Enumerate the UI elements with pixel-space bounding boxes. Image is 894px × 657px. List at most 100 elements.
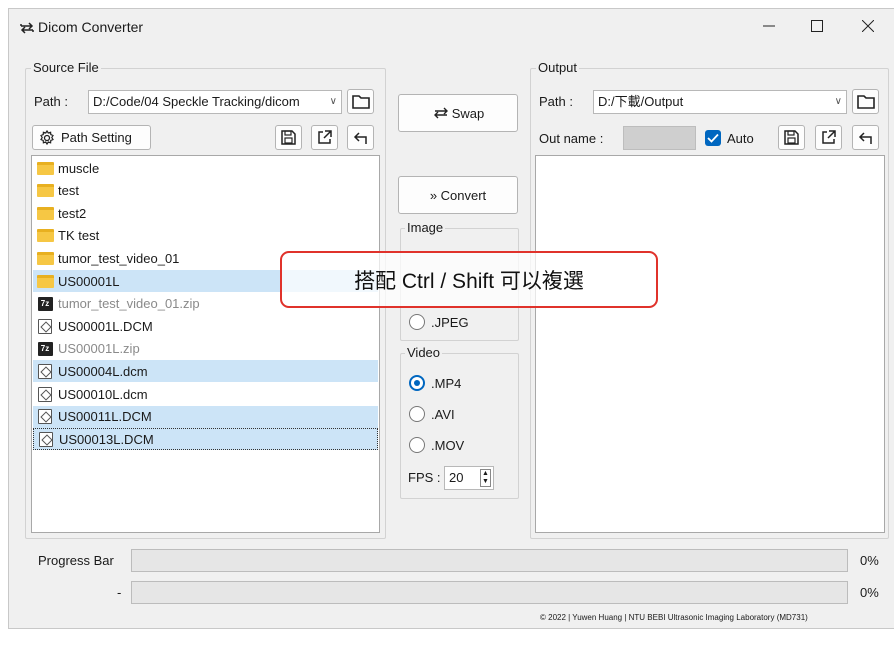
- source-save-button[interactable]: [275, 125, 302, 150]
- video-format-avi-radio[interactable]: .AVI: [409, 406, 455, 422]
- sub-progress-percent: 0%: [860, 585, 879, 600]
- open-external-icon: [318, 130, 332, 144]
- output-save-button[interactable]: [778, 125, 805, 150]
- minimize-icon: [763, 25, 775, 27]
- folder-icon: [351, 95, 370, 109]
- output-group-label: Output: [536, 60, 580, 75]
- return-arrow-icon: [858, 132, 872, 144]
- zip-archive-icon: 7z: [36, 341, 54, 357]
- list-item-label: TK test: [58, 228, 100, 244]
- open-external-icon: [822, 130, 836, 144]
- save-icon: [784, 130, 799, 145]
- folder-icon: [36, 160, 54, 176]
- minimize-button[interactable]: [746, 9, 792, 43]
- list-item-label: muscle: [58, 160, 100, 176]
- source-browse-folder-button[interactable]: [347, 89, 374, 114]
- sub-progress-bar: [131, 581, 848, 604]
- list-item[interactable]: US00013L.DCM: [33, 428, 378, 451]
- swap-arrows-icon: [20, 22, 34, 34]
- source-file-label: Source File: [31, 60, 101, 75]
- folder-icon: [36, 273, 54, 289]
- auto-checkbox[interactable]: [705, 130, 721, 146]
- image-format-jpeg-label: .JPEG: [431, 314, 469, 330]
- fps-spinbox[interactable]: 20 ▲ ▼: [444, 466, 494, 490]
- list-item-label: US00004L.dcm: [58, 363, 148, 379]
- image-group-label: Image: [405, 220, 446, 235]
- progress-bar-label: Progress Bar: [38, 553, 114, 568]
- source-path-label: Path :: [34, 94, 68, 109]
- swap-arrows-icon: [433, 107, 448, 119]
- chevron-down-icon: ∨: [834, 96, 842, 107]
- dicom-file-icon: [36, 318, 54, 334]
- title-bar: Dicom Converter: [9, 9, 894, 47]
- folder-icon: [36, 228, 54, 244]
- list-item-label: US00013L.DCM: [59, 431, 154, 447]
- list-item-label: test: [58, 183, 79, 199]
- progress-percent: 0%: [860, 553, 879, 568]
- output-browse-folder-button[interactable]: [852, 89, 879, 114]
- zip-archive-icon: 7z: [36, 296, 54, 312]
- dicom-file-icon: [36, 409, 54, 425]
- folder-icon: [36, 250, 54, 266]
- dicom-file-icon: [36, 386, 54, 402]
- output-path-label: Path :: [539, 94, 573, 109]
- multi-select-hint-text: 搭配 Ctrl / Shift 可以複選: [354, 269, 584, 293]
- list-item[interactable]: test2: [33, 202, 378, 224]
- video-group-label: Video: [405, 345, 443, 360]
- source-path-dropdown[interactable]: D:/Code/04 Speckle Tracking/dicom ∨: [88, 90, 342, 114]
- multi-select-hint: 搭配 Ctrl / Shift 可以複選: [280, 251, 658, 308]
- radio-icon: [409, 406, 425, 422]
- list-item[interactable]: test: [33, 180, 378, 202]
- image-format-jpeg-radio[interactable]: .JPEG: [409, 314, 469, 330]
- list-item[interactable]: US00001L.DCM: [33, 315, 378, 337]
- chevron-down-icon: ∨: [329, 96, 337, 107]
- source-back-button[interactable]: [347, 125, 374, 150]
- window-title: Dicom Converter: [38, 19, 144, 35]
- spin-arrows-icon[interactable]: ▲ ▼: [480, 469, 491, 487]
- gear-icon: [40, 129, 54, 145]
- maximize-icon: [811, 20, 823, 32]
- source-path-value: D:/Code/04 Speckle Tracking/dicom: [93, 94, 300, 109]
- folder-icon: [36, 183, 54, 199]
- path-setting-label: Path Setting: [61, 130, 132, 145]
- folder-icon: [856, 95, 875, 109]
- progress-bar: [131, 549, 848, 572]
- swap-button[interactable]: Swap: [398, 94, 518, 132]
- out-name-input[interactable]: [623, 126, 696, 150]
- output-path-dropdown[interactable]: D:/下載/Output ∨: [593, 90, 847, 114]
- save-icon: [281, 130, 296, 145]
- folder-icon: [36, 205, 54, 221]
- return-arrow-icon: [353, 132, 367, 144]
- list-item[interactable]: US00010L.dcm: [33, 383, 378, 405]
- convert-button[interactable]: » Convert: [398, 176, 518, 214]
- list-item[interactable]: TK test: [33, 225, 378, 247]
- output-open-external-button[interactable]: [815, 125, 842, 150]
- output-path-value: D:/下載/Output: [598, 94, 684, 109]
- list-item-label: US00010L.dcm: [58, 386, 148, 402]
- list-item-label: tumor_test_video_01.zip: [58, 296, 200, 312]
- close-icon: [862, 20, 874, 32]
- list-item[interactable]: 7z US00001L.zip: [33, 338, 378, 360]
- video-format-mov-radio[interactable]: .MOV: [409, 437, 464, 453]
- list-item[interactable]: US00004L.dcm: [33, 360, 378, 383]
- checkmark-icon: [707, 133, 719, 143]
- dicom-file-icon: [36, 363, 54, 379]
- source-file-list[interactable]: muscle test test2 TK test tumor_test_video_0…: [31, 155, 380, 533]
- video-format-avi-label: .AVI: [431, 406, 455, 422]
- source-open-external-button[interactable]: [311, 125, 338, 150]
- fps-value: 20: [449, 470, 464, 485]
- radio-icon: [409, 375, 425, 391]
- list-item[interactable]: muscle: [33, 157, 378, 179]
- list-item-label: US00001L.zip: [58, 341, 140, 357]
- output-back-button[interactable]: [852, 125, 879, 150]
- video-format-mp4-radio[interactable]: .MP4: [409, 375, 461, 391]
- path-setting-button[interactable]: Path Setting: [32, 125, 151, 150]
- list-item[interactable]: US00011L.DCM: [33, 405, 378, 428]
- output-file-list[interactable]: [535, 155, 885, 533]
- list-item-label: test2: [58, 205, 87, 221]
- radio-icon: [409, 437, 425, 453]
- close-button[interactable]: [845, 9, 891, 43]
- video-format-mov-label: .MOV: [431, 437, 465, 453]
- maximize-button[interactable]: [794, 9, 840, 43]
- auto-label: Auto: [727, 131, 754, 146]
